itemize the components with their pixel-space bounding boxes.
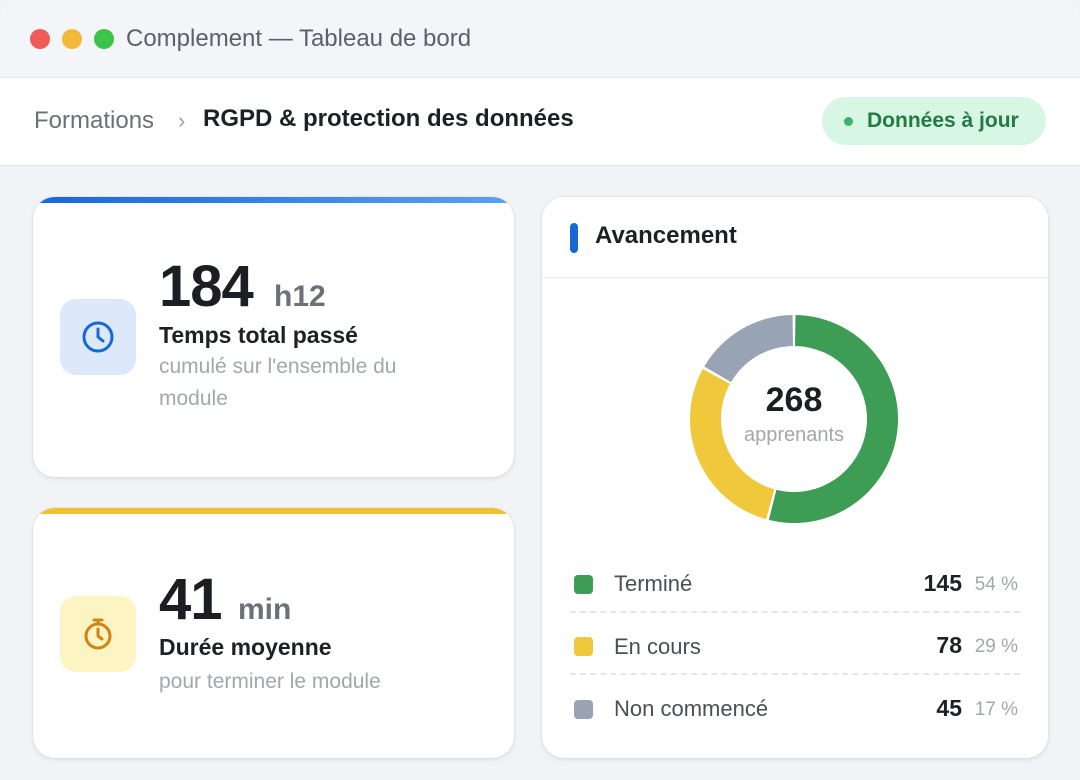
kpi-card-average-duration: 41 min Durée moyenne pour terminer le mo… <box>33 508 514 758</box>
breadcrumb-parent-link[interactable]: Formations <box>34 106 154 136</box>
breadcrumb: Formations › RGPD & protection des donné… <box>0 78 1080 166</box>
window-title: Complement — Tableau de bord <box>126 25 472 52</box>
average-duration-description: pour terminer le module <box>159 670 381 693</box>
title-bar: Complement — Tableau de bord <box>0 0 1080 78</box>
total-time-description: cumulé sur l'ensemble du module <box>159 355 397 410</box>
kpi-card-total-time: 184 h12 Temps total passé cumulé sur l'e… <box>33 197 514 477</box>
legend-label: Non commencé <box>614 696 769 721</box>
breadcrumb-current: RGPD & protection des données <box>203 105 574 132</box>
legend-count: 45 <box>936 695 962 721</box>
progress-card: Avancement 268 apprenants Terminé 145 54… <box>542 197 1048 758</box>
legend-percent: 54 % <box>974 574 1018 595</box>
status-label: Données à jour <box>867 109 1019 132</box>
donut-slice-2 <box>704 315 793 383</box>
clock-icon <box>60 299 136 375</box>
donut-total-value: 268 <box>765 381 823 419</box>
status-badge: Données à jour <box>822 97 1046 145</box>
legend-row-non-commence: Non commencé 45 17 % <box>570 675 1020 737</box>
legend-swatch <box>574 700 593 719</box>
maximize-window-button[interactable] <box>94 29 114 49</box>
legend-row-en-cours: En cours 78 29 % <box>570 613 1020 675</box>
chevron-right-icon: › <box>178 108 186 133</box>
average-duration-value: 41 <box>159 567 223 632</box>
average-duration-unit: min <box>238 593 292 626</box>
legend-percent: 29 % <box>974 636 1018 657</box>
status-dot-icon <box>844 117 853 126</box>
total-time-label: Temps total passé <box>159 322 358 348</box>
card-accent-line <box>33 197 514 203</box>
progress-card-header: Avancement <box>542 197 1048 278</box>
legend-row-termine: Terminé 145 54 % <box>570 551 1020 613</box>
progress-donut-chart <box>690 315 898 523</box>
close-window-button[interactable] <box>30 29 50 49</box>
donut-total-caption: apprenants <box>743 424 845 446</box>
title-accent-bar <box>570 223 578 253</box>
card-accent-line <box>33 508 514 514</box>
legend-label: En cours <box>614 634 701 659</box>
app-window: Complement — Tableau de bord Formations … <box>0 0 1080 780</box>
timer-icon <box>60 596 136 672</box>
minimize-window-button[interactable] <box>62 29 82 49</box>
progress-card-title: Avancement <box>595 222 737 249</box>
legend-label: Terminé <box>614 571 693 596</box>
total-time-unit: h12 <box>274 280 326 313</box>
legend-percent: 17 % <box>974 699 1018 720</box>
legend-swatch <box>574 575 593 594</box>
total-time-value: 184 <box>159 254 254 319</box>
legend-count: 78 <box>936 632 962 658</box>
legend-count: 145 <box>923 570 962 596</box>
average-duration-label: Durée moyenne <box>159 634 332 660</box>
legend-swatch <box>574 637 593 656</box>
